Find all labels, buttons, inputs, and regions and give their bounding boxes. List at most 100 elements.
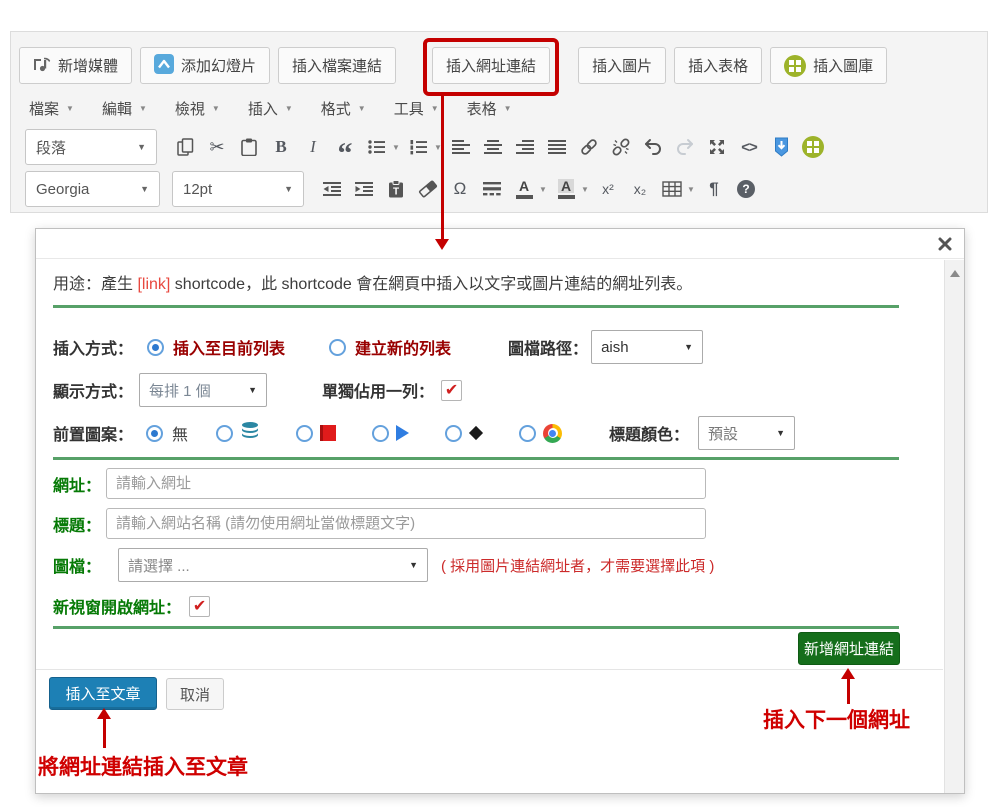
- chevron-down-icon: ▼: [684, 342, 693, 352]
- copy-icon: [177, 138, 194, 156]
- font-size-select[interactable]: 12pt▼: [172, 171, 304, 207]
- add-media-button[interactable]: 新增媒體: [19, 47, 132, 84]
- add-slideshow-button[interactable]: 添加幻燈片: [140, 47, 270, 84]
- redo-button[interactable]: [669, 130, 701, 164]
- front-icon-row: 前置圖案： 無 標題顏色： 預設▼: [53, 415, 937, 451]
- unlink-button[interactable]: [605, 130, 637, 164]
- checkmark-icon: ✔: [193, 596, 206, 616]
- radio-front-red-square[interactable]: [296, 425, 313, 442]
- chevron-down-icon: ▼: [431, 104, 439, 113]
- source-code-button[interactable]: <>: [733, 130, 765, 164]
- download-button[interactable]: [765, 130, 797, 164]
- align-right-button[interactable]: [509, 130, 541, 164]
- subscript-button[interactable]: x₂: [624, 172, 656, 206]
- bullet-list-menu-button[interactable]: ▼: [389, 130, 403, 164]
- url-label: 網址：: [53, 472, 101, 496]
- scrollbar[interactable]: [944, 260, 964, 793]
- radio-create-new-list[interactable]: [329, 339, 346, 356]
- insert-to-post-button[interactable]: 插入至文章: [49, 677, 157, 710]
- toolbar-row-1: 段落▼ ✂ B I “ ▼ ▼ <>: [25, 129, 829, 165]
- insert-file-link-button[interactable]: 插入檔案連結: [278, 47, 396, 84]
- cut-button[interactable]: ✂: [201, 130, 233, 164]
- horizontal-rule-button[interactable]: [476, 172, 508, 206]
- insert-gallery-button[interactable]: 插入圖庫: [770, 47, 887, 84]
- editor-toolbar-panel: 新增媒體 添加幻燈片 插入檔案連結 插入網址連結 插入圖片 插入: [10, 31, 988, 213]
- background-color-menu-button[interactable]: ▼: [578, 172, 592, 206]
- redo-icon: [675, 138, 695, 156]
- paste-as-text-button[interactable]: T: [380, 172, 412, 206]
- fullscreen-button[interactable]: [701, 130, 733, 164]
- title-input[interactable]: [106, 508, 706, 539]
- font-family-select[interactable]: Georgia▼: [25, 171, 160, 207]
- option-front-none[interactable]: 無: [172, 421, 188, 445]
- help-button[interactable]: ?: [730, 172, 762, 206]
- chevron-down-icon: ▼: [137, 142, 146, 152]
- radio-front-play[interactable]: [372, 425, 389, 442]
- superscript-button[interactable]: x²: [592, 172, 624, 206]
- blockquote-button[interactable]: “: [329, 130, 361, 164]
- menu-format[interactable]: 格式▼: [321, 98, 366, 119]
- subscript-icon: x₂: [634, 181, 646, 197]
- outdent-button[interactable]: [316, 172, 348, 206]
- menu-view[interactable]: 檢視▼: [175, 98, 220, 119]
- green-separator: [53, 305, 899, 308]
- menu-insert[interactable]: 插入▼: [248, 98, 293, 119]
- align-left-icon: [452, 139, 470, 155]
- new-window-row: 新視窗開啟網址： ✔: [53, 590, 937, 622]
- copy-button[interactable]: [169, 130, 201, 164]
- close-icon[interactable]: [938, 237, 952, 256]
- scroll-up-arrow[interactable]: [950, 270, 960, 277]
- special-character-button[interactable]: Ω: [444, 172, 476, 206]
- paragraph-marks-button[interactable]: ¶: [698, 172, 730, 206]
- menu-tools[interactable]: 工具▼: [394, 98, 439, 119]
- option-create-new-list[interactable]: 建立新的列表: [355, 335, 451, 359]
- menu-edit[interactable]: 編輯▼: [102, 98, 147, 119]
- link-button[interactable]: [573, 130, 605, 164]
- radio-front-database[interactable]: [216, 425, 233, 442]
- justify-button[interactable]: [541, 130, 573, 164]
- image-file-select[interactable]: 請選擇 ...▼: [118, 548, 428, 582]
- radio-insert-current-list[interactable]: [147, 339, 164, 356]
- cut-icon: ✂: [209, 137, 224, 158]
- paste-button[interactable]: [233, 130, 265, 164]
- option-insert-current-list[interactable]: 插入至目前列表: [173, 335, 285, 359]
- radio-front-none[interactable]: [146, 425, 163, 442]
- insert-url-link-button[interactable]: 插入網址連結: [432, 47, 550, 84]
- image-path-select[interactable]: aish▼: [591, 330, 703, 364]
- text-color-menu-button[interactable]: ▼: [536, 172, 550, 206]
- add-url-link-button[interactable]: 新增網址連結: [798, 632, 900, 665]
- url-input[interactable]: [106, 468, 706, 499]
- bold-button[interactable]: B: [265, 130, 297, 164]
- table-menu-button[interactable]: ▼: [684, 172, 698, 206]
- own-row-checkbox[interactable]: ✔: [441, 380, 462, 401]
- indent-button[interactable]: [348, 172, 380, 206]
- callout-insert-next-url: 插入下一個網址: [763, 704, 910, 734]
- shortcode-text: [link]: [137, 276, 170, 293]
- undo-button[interactable]: [637, 130, 669, 164]
- clear-formatting-button[interactable]: [412, 172, 444, 206]
- align-center-button[interactable]: [477, 130, 509, 164]
- radio-front-chrome[interactable]: [519, 425, 536, 442]
- insert-image-button[interactable]: 插入圖片: [578, 47, 666, 84]
- align-left-button[interactable]: [445, 130, 477, 164]
- title-color-select[interactable]: 預設▼: [698, 416, 795, 450]
- source-code-icon: <>: [741, 139, 757, 156]
- italic-button[interactable]: I: [297, 130, 329, 164]
- svg-text:T: T: [393, 187, 399, 198]
- format-select[interactable]: 段落▼: [25, 129, 157, 165]
- insert-gallery-toolbar-button[interactable]: [797, 130, 829, 164]
- cancel-button[interactable]: 取消: [166, 678, 224, 710]
- new-window-checkbox[interactable]: ✔: [189, 596, 210, 617]
- insert-table-button[interactable]: 插入表格: [674, 47, 762, 84]
- menu-table[interactable]: 表格▼: [467, 98, 512, 119]
- numbered-list-icon: [410, 139, 428, 155]
- menu-file[interactable]: 檔案▼: [29, 98, 74, 119]
- dialog-description: 用途：產生 [link] shortcode，此 shortcode 會在網頁中…: [53, 270, 692, 294]
- display-count-select[interactable]: 每排 1 個▼: [139, 373, 267, 407]
- justify-icon: [548, 139, 566, 155]
- chevron-down-icon: ▼: [687, 185, 695, 194]
- radio-front-diamond[interactable]: [445, 425, 462, 442]
- new-window-label: 新視窗開啟網址：: [53, 594, 181, 618]
- editor-menubar: 檔案▼ 編輯▼ 檢視▼ 插入▼ 格式▼ 工具▼ 表格▼: [29, 98, 512, 119]
- horizontal-rule-icon: [483, 182, 501, 196]
